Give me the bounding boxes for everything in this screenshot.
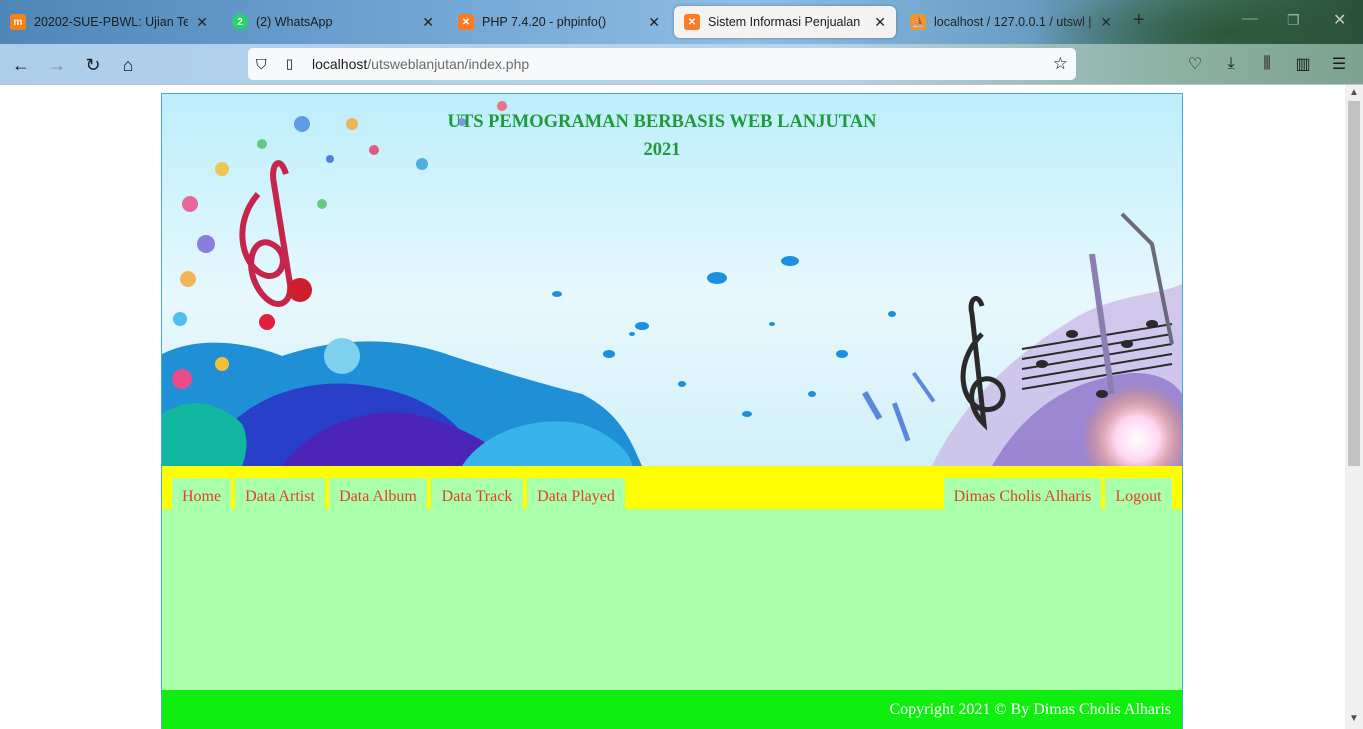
tab-phpmyadmin[interactable]: ⛵ localhost / 127.0.0.1 / utswl | p ✕	[900, 6, 1122, 38]
page-container: UTS PEMOGRAMAN BERBASIS WEB LANJUTAN 202…	[161, 93, 1183, 729]
home-icon[interactable]: ⌂	[116, 53, 140, 77]
phpmyadmin-icon: ⛵	[910, 14, 926, 30]
main-menu: Home Data Artist Data Album Data Track D…	[162, 466, 1182, 515]
close-icon[interactable]: ✕	[196, 14, 208, 31]
pocket-icon[interactable]: ♡	[1184, 53, 1206, 75]
url-host: localhost	[312, 56, 368, 72]
tab-title: PHP 7.4.20 - phpinfo()	[482, 15, 607, 29]
close-icon[interactable]: ✕	[874, 14, 886, 31]
tab-whatsapp[interactable]: 2 (2) WhatsApp ✕	[222, 6, 444, 38]
tab-moodle[interactable]: m 20202-SUE-PBWL: Ujian Tengah ✕	[0, 6, 218, 38]
reload-button[interactable]: ↻	[81, 53, 105, 77]
bookmark-star-icon[interactable]: ☆	[1053, 54, 1068, 74]
menu-icon[interactable]: ☰	[1328, 53, 1350, 75]
tab-title: 20202-SUE-PBWL: Ujian Tengah	[34, 15, 189, 29]
download-icon[interactable]: ⤓	[1220, 53, 1242, 75]
back-button[interactable]: ←	[9, 53, 33, 77]
shield-icon[interactable]: ⛉	[256, 56, 272, 73]
page-viewport: UTS PEMOGRAMAN BERBASIS WEB LANJUTAN 202…	[0, 85, 1345, 729]
scroll-up-icon[interactable]: ▲	[1349, 87, 1359, 98]
close-icon[interactable]: ✕	[422, 14, 434, 31]
xampp-icon: ✕	[458, 14, 474, 30]
tab-title: Sistem Informasi Penjualan	[708, 15, 861, 29]
browser-tab-bar: m 20202-SUE-PBWL: Ujian Tengah ✕ 2 (2) W…	[0, 0, 1363, 85]
tab-sistem-informasi[interactable]: ✕ Sistem Informasi Penjualan ✕	[674, 6, 896, 38]
scroll-down-icon[interactable]: ▼	[1349, 713, 1359, 724]
tab-title: localhost / 127.0.0.1 / utswl | p	[934, 15, 1093, 29]
footer-copyright: Copyright 2021 © By Dimas Cholis Alharis	[889, 701, 1172, 718]
library-icon[interactable]: ⫼	[1256, 53, 1278, 75]
close-icon[interactable]: ✕	[1100, 14, 1112, 31]
browser-nav-bar: ← → ↻ ⌂ ⛉ ▯ localhost /utsweblanjutan/in…	[0, 44, 1363, 85]
sidebar-icon[interactable]: ▥	[1292, 53, 1314, 75]
scroll-thumb[interactable]	[1348, 101, 1360, 466]
minimize-button[interactable]: —	[1242, 10, 1258, 28]
banner-title-line2: 2021	[643, 140, 681, 160]
new-tab-button[interactable]: +	[1133, 9, 1145, 32]
tab-title: (2) WhatsApp	[256, 15, 333, 29]
page-icon: ▯	[286, 56, 294, 71]
vertical-scrollbar[interactable]: ▲ ▼	[1345, 85, 1363, 729]
banner-title-line1: UTS PEMOGRAMAN BERBASIS WEB LANJUTAN	[447, 112, 877, 132]
close-icon[interactable]: ✕	[648, 14, 660, 31]
forward-button[interactable]: →	[45, 53, 69, 77]
tab-phpinfo[interactable]: ✕ PHP 7.4.20 - phpinfo() ✕	[448, 6, 670, 38]
page-footer: Copyright 2021 © By Dimas Cholis Alharis	[162, 690, 1182, 729]
header-banner: UTS PEMOGRAMAN BERBASIS WEB LANJUTAN 202…	[162, 94, 1182, 466]
content-area	[162, 509, 1182, 690]
url-path: /utsweblanjutan/index.php	[367, 56, 530, 72]
banner-title: UTS PEMOGRAMAN BERBASIS WEB LANJUTAN 202…	[162, 108, 1162, 164]
moodle-icon: m	[10, 14, 26, 30]
address-bar[interactable]: ⛉ ▯ localhost /utsweblanjutan/index.php …	[248, 48, 1076, 80]
xampp-icon: ✕	[684, 14, 700, 30]
close-window-button[interactable]: ✕	[1333, 10, 1346, 30]
whatsapp-icon: 2	[232, 14, 248, 30]
restore-button[interactable]: ❐	[1287, 12, 1300, 29]
